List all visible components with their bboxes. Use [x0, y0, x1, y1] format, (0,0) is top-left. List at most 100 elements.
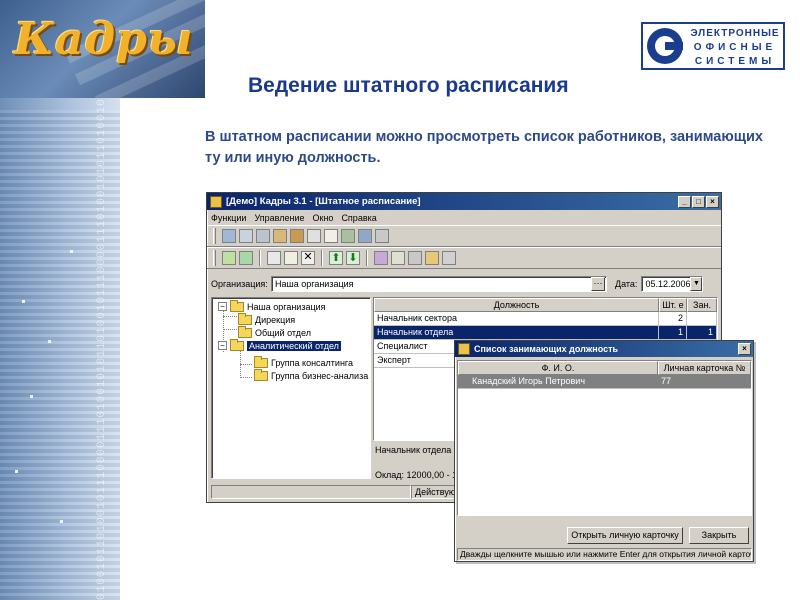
menu-window[interactable]: Окно: [313, 213, 334, 223]
dialog-hint: Дважды щелкните мышью или нажмите Enter …: [457, 548, 752, 561]
tree-node[interactable]: Группа консалтинга: [254, 355, 354, 369]
tree-node-root[interactable]: − Наша организация: [218, 299, 326, 313]
slide-title: Ведение штатного расписания: [248, 74, 569, 97]
tree-node[interactable]: Дирекция: [238, 312, 296, 326]
toolbar-separator: [366, 250, 368, 266]
slide-subtitle: В штатном расписании можно просмотреть с…: [205, 129, 763, 166]
dialog-title: Список занимающих должность: [474, 344, 619, 354]
occupants-header-name[interactable]: Ф. И. О.: [458, 361, 658, 375]
occupant-card-number: 77: [658, 375, 751, 388]
occupants-list: Ф. И. О. Личная карточка № Канадский Иго…: [457, 360, 752, 516]
status-panel: [211, 485, 411, 499]
edit-icon[interactable]: [284, 251, 298, 265]
copy-icon[interactable]: [267, 251, 281, 265]
move-up-icon[interactable]: ⬆: [329, 251, 343, 265]
tree-node-label: Дирекция: [255, 314, 296, 325]
cut-icon[interactable]: [273, 229, 287, 243]
tool-icon[interactable]: [375, 229, 389, 243]
grid-cell: Начальник отдела: [374, 326, 659, 339]
folder-icon: [238, 325, 252, 338]
minimize-button[interactable]: _: [678, 195, 691, 208]
company-logo-line: ОФИСНЫЕ: [693, 42, 777, 53]
users-icon[interactable]: [374, 251, 388, 265]
organization-browse-button[interactable]: ···: [591, 277, 605, 291]
close-dialog-button[interactable]: Закрыть: [689, 527, 749, 544]
organization-field[interactable]: Наша организация: [271, 276, 607, 292]
menubar: Функции Управление Окно Справка: [207, 210, 721, 225]
move-down-icon[interactable]: ⬇: [346, 251, 360, 265]
folder-open-icon: [230, 338, 244, 351]
list-icon[interactable]: [391, 251, 405, 265]
grid-cell: 1: [687, 326, 717, 339]
magnifier-icon[interactable]: [307, 229, 321, 243]
company-logo-text: ЭЛЕКТРОННЫЕ ОФИСНЫЕ СИСТЕМЫ: [687, 27, 783, 69]
occupants-dialog: Список занимающих должность × Ф. И. О. Л…: [454, 340, 754, 562]
table-icon[interactable]: [341, 229, 355, 243]
occupants-header: Ф. И. О. Личная карточка №: [458, 361, 751, 375]
menu-functions[interactable]: Функции: [211, 213, 246, 223]
grid-cell: [687, 312, 717, 325]
grid-cell: 1: [659, 326, 687, 339]
grid-row-selected[interactable]: Начальник отдела 1 1: [374, 326, 717, 340]
grid-row[interactable]: Начальник сектора 2: [374, 312, 717, 326]
toolbar-separator: [259, 250, 261, 266]
organization-row: Организация: Наша организация ··· Дата: …: [211, 275, 717, 293]
add-icon[interactable]: [222, 251, 236, 265]
toolbar-grip[interactable]: [213, 250, 216, 266]
book-icon[interactable]: [358, 229, 372, 243]
band-dot: [22, 300, 25, 303]
edit-doc-icon[interactable]: [324, 229, 338, 243]
toolbar-grip[interactable]: [213, 228, 216, 244]
folder-icon: [254, 368, 268, 381]
tree-node-selected[interactable]: − Аналитический отдел: [218, 338, 341, 352]
occupant-name: Канадский Игорь Петрович: [458, 375, 658, 388]
lock-icon[interactable]: [425, 251, 439, 265]
grid-header-position[interactable]: Должность: [374, 298, 659, 312]
grid-cell: 2: [659, 312, 687, 325]
open-card-button[interactable]: Открыть личную карточку: [567, 527, 683, 544]
grid-header-staff[interactable]: Шт. е: [659, 298, 687, 312]
menu-help[interactable]: Справка: [341, 213, 376, 223]
collapse-icon[interactable]: −: [218, 302, 227, 311]
main-toolbar: [207, 225, 721, 247]
grid-header-occupied[interactable]: Зан.: [687, 298, 717, 312]
maximize-button[interactable]: □: [692, 195, 705, 208]
close-button[interactable]: ×: [706, 195, 719, 208]
date-dropdown-button[interactable]: ▼: [690, 277, 703, 291]
brand-banner: Кадры: [0, 0, 205, 98]
app-titlebar: [Демо] Кадры 3.1 - [Штатное расписание] …: [207, 193, 721, 210]
tree-connector: [240, 377, 252, 378]
tree-node-label: Группа консалтинга: [271, 357, 354, 368]
add-child-icon[interactable]: [239, 251, 253, 265]
band-dot: [15, 470, 18, 473]
band-dot: [48, 340, 51, 343]
company-logo-line: СИСТЕМЫ: [694, 56, 776, 67]
tree-connector: [240, 364, 252, 365]
card-icon[interactable]: [222, 229, 236, 243]
tree-connector: [223, 329, 237, 330]
menu-management[interactable]: Управление: [254, 213, 304, 223]
tree-node-label: Группа бизнес-анализа: [271, 370, 369, 381]
folder-icon: [254, 355, 268, 368]
print-icon[interactable]: [442, 251, 456, 265]
briefcase-icon[interactable]: [290, 229, 304, 243]
tree-node[interactable]: Группа бизнес-анализа: [254, 368, 369, 382]
occupants-header-card[interactable]: Личная карточка №: [658, 361, 751, 375]
department-tree: − Наша организация Дирекция Общий отдел …: [211, 297, 371, 479]
grid-header: Должность Шт. е Зан.: [374, 298, 717, 312]
attach-icon[interactable]: [408, 251, 422, 265]
collapse-icon[interactable]: −: [218, 341, 227, 350]
dialog-close-button[interactable]: ×: [738, 343, 751, 355]
company-logo: ЭЛЕКТРОННЫЕ ОФИСНЫЕ СИСТЕМЫ: [641, 22, 785, 70]
delete-icon[interactable]: ✕: [301, 251, 315, 265]
brand-logo-text: Кадры: [14, 14, 194, 65]
documents-icon[interactable]: [256, 229, 270, 243]
id-card-icon[interactable]: [239, 229, 253, 243]
tree-connector: [223, 316, 237, 317]
occupant-row-selected[interactable]: Канадский Игорь Петрович 77: [458, 375, 751, 389]
dialog-controls: ×: [738, 343, 751, 355]
tree-node[interactable]: Общий отдел: [238, 325, 311, 339]
binary-digits-decor: 0100101101001011100001110100101011010010…: [96, 90, 108, 600]
company-logo-line: ЭЛЕКТРОННЫЕ: [690, 28, 780, 39]
band-dot: [30, 395, 33, 398]
